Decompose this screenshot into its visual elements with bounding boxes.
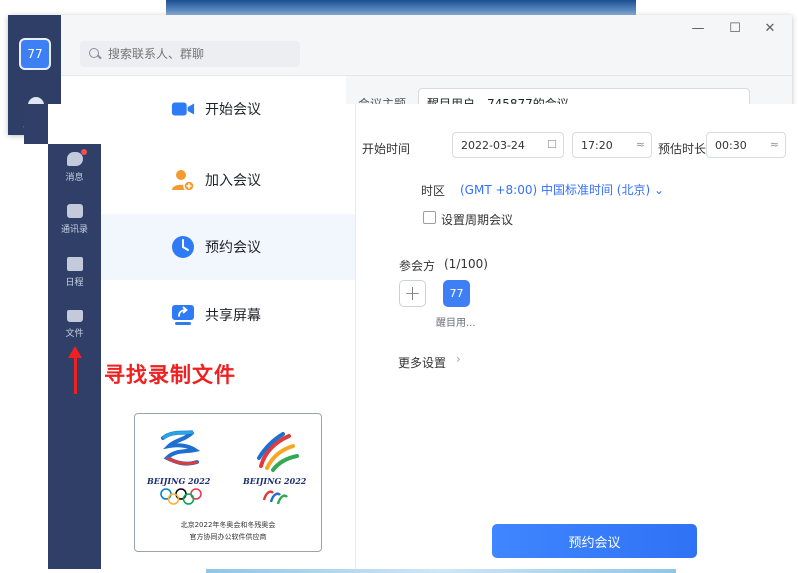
olympic-wordmark: BEIJING 2022: [147, 476, 211, 486]
minimize-button[interactable]: —: [688, 21, 708, 36]
participants-label: 参会方: [399, 259, 436, 273]
nav-item-calendar[interactable]: 日程: [48, 257, 101, 288]
timezone-label: 时区: [421, 184, 446, 198]
sponsor-credit-line1: 北京2022年冬奥会和冬残奥会: [180, 521, 276, 529]
nav-label: 通讯录: [60, 225, 88, 235]
close-button[interactable]: ✕: [760, 21, 780, 36]
front-rail-top: [24, 104, 48, 144]
option-label: 开始会议: [205, 102, 261, 118]
sponsor-credit-line2: 官方协同办公软件供应商: [189, 533, 267, 541]
participant-name: 醒目用...: [436, 318, 476, 329]
option-label: 共享屏幕: [205, 308, 261, 324]
option-share-screen[interactable]: 共享屏幕: [101, 282, 355, 348]
annotation-hint: 寻找录制文件: [104, 363, 236, 387]
duration-value: 00:30: [715, 139, 747, 152]
start-time-value: 17:20: [581, 139, 613, 152]
paralympic-emblem-icon: [257, 432, 299, 472]
search-box[interactable]: [80, 41, 300, 67]
nav-item-contacts[interactable]: 通讯录: [48, 204, 101, 235]
sponsor-logo-card: BEIJING 2022 BEIJING 2022 北京2022年冬奥会和冬残奥…: [134, 413, 322, 552]
olympic-rings-icon: [160, 488, 202, 505]
calendar-icon: [66, 257, 83, 271]
option-label: 加入会议: [205, 173, 261, 189]
search-input[interactable]: [108, 47, 288, 61]
participant-avatar[interactable]: 77: [443, 280, 470, 307]
folder-icon: [66, 310, 83, 322]
recurring-label[interactable]: 设置周期会议: [441, 211, 513, 228]
duration-label: 预估时长: [658, 142, 707, 156]
option-start-meeting[interactable]: 开始会议: [101, 76, 355, 142]
start-date-value: 2022-03-24: [461, 139, 525, 152]
duration-picker[interactable]: 00:30 ≈: [706, 132, 786, 158]
chat-icon: [66, 149, 87, 166]
start-time-label: 开始时间: [362, 142, 411, 156]
search-icon: [88, 47, 102, 61]
nav-item-messages[interactable]: 消息: [48, 149, 101, 183]
calendar-small-icon: ☐: [547, 138, 557, 151]
pane-divider: [355, 104, 356, 569]
video-camera-icon: [171, 97, 195, 121]
option-label: 预约会议: [205, 240, 261, 256]
annotation-arrow-shaft: [74, 356, 77, 394]
time-spinner-icon: ≈: [635, 138, 645, 151]
schedule-meeting-button[interactable]: 预约会议: [492, 524, 697, 558]
start-date-picker[interactable]: 2022-03-24 ☐: [452, 132, 564, 158]
nav-label: 文件: [65, 329, 84, 339]
user-avatar[interactable]: 77: [19, 38, 51, 70]
chevron-right-icon[interactable]: ›: [456, 352, 461, 366]
paralympic-wordmark: BEIJING 2022: [243, 476, 307, 486]
nav-item-files[interactable]: 文件: [48, 310, 101, 339]
recurring-checkbox[interactable]: [423, 211, 436, 224]
add-person-icon: [171, 168, 195, 192]
maximize-button[interactable]: ☐: [725, 21, 745, 36]
duration-spinner-icon: ≈: [769, 138, 779, 151]
option-join-meeting[interactable]: 加入会议: [101, 147, 355, 213]
contacts-icon: [66, 204, 83, 218]
paralympic-agitos-icon: [262, 490, 289, 505]
front-app-window: 消息 通讯录 日程 文件 开始会议 加入会议 预约会议 共享屏幕 寻找录制文件 …: [0, 102, 799, 573]
participants-count: (1/100): [444, 257, 488, 271]
more-settings-link[interactable]: 更多设置: [398, 354, 446, 371]
nav-label: 日程: [65, 278, 84, 288]
start-time-picker[interactable]: 17:20 ≈: [572, 132, 652, 158]
olympic-emblem-icon: [161, 430, 201, 466]
nav-label: 消息: [65, 173, 84, 183]
timezone-select[interactable]: (GMT +8:00) 中国标准时间 (北京) ⌄: [460, 181, 664, 198]
clock-icon: [171, 235, 195, 259]
add-participant-button[interactable]: +: [399, 280, 426, 307]
share-screen-icon: [171, 303, 195, 327]
option-schedule-meeting[interactable]: 预约会议: [101, 214, 355, 280]
